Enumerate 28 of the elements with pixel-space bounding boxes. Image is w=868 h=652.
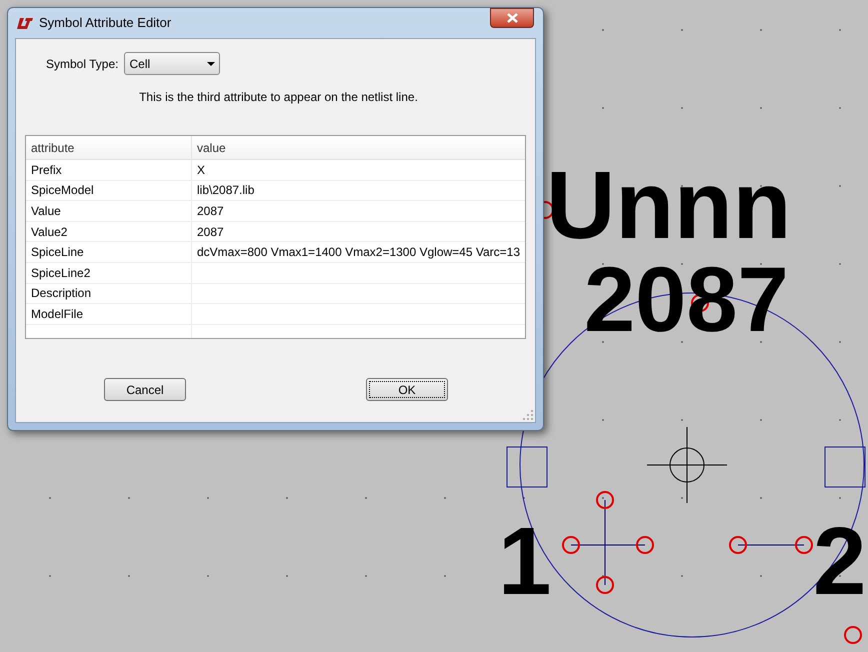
ok-button[interactable]: OK — [366, 378, 448, 401]
column-header[interactable]: value — [192, 136, 525, 159]
cancel-button[interactable]: Cancel — [104, 378, 186, 401]
attribute-cell: SpiceLine — [26, 242, 192, 262]
resize-grip-icon — [523, 410, 533, 420]
symbol-type-label: Symbol Type: — [46, 56, 118, 72]
symbol-label: Unnn — [546, 158, 792, 254]
attribute-hint: This is the third attribute to appear on the netlist line. — [138, 89, 418, 106]
value-cell[interactable]: dcVmax=800 Vmax1=1400 Vmax2=1300 Vglow=45 Varc=13 — [192, 242, 525, 262]
attribute-cell: Value — [26, 201, 192, 221]
symbol-type-dropdown[interactable]: Cell — [124, 52, 220, 75]
symbol-label: 1 — [498, 514, 552, 610]
value-cell[interactable]: lib\2087.lib — [192, 180, 525, 200]
value-cell[interactable]: X — [192, 160, 525, 180]
attribute-cell: Prefix — [26, 160, 192, 180]
app-logo-icon — [17, 18, 33, 28]
value-cell[interactable]: 2087 — [192, 201, 525, 221]
window-title: Symbol Attribute Editor — [39, 14, 172, 32]
attribute-cell: SpiceLine2 — [26, 262, 192, 283]
close-icon — [506, 13, 518, 23]
value-cell[interactable]: 2087 — [192, 222, 525, 242]
column-header[interactable]: attribute — [26, 136, 192, 159]
attribute-cell: Value2 — [26, 222, 192, 242]
close-button[interactable] — [490, 8, 534, 28]
attribute-cell: ModelFile — [26, 304, 192, 324]
dropdown-caret-icon — [207, 62, 216, 66]
attribute-cell: Description — [26, 284, 192, 304]
attribute-cell: SpiceModel — [26, 180, 192, 200]
